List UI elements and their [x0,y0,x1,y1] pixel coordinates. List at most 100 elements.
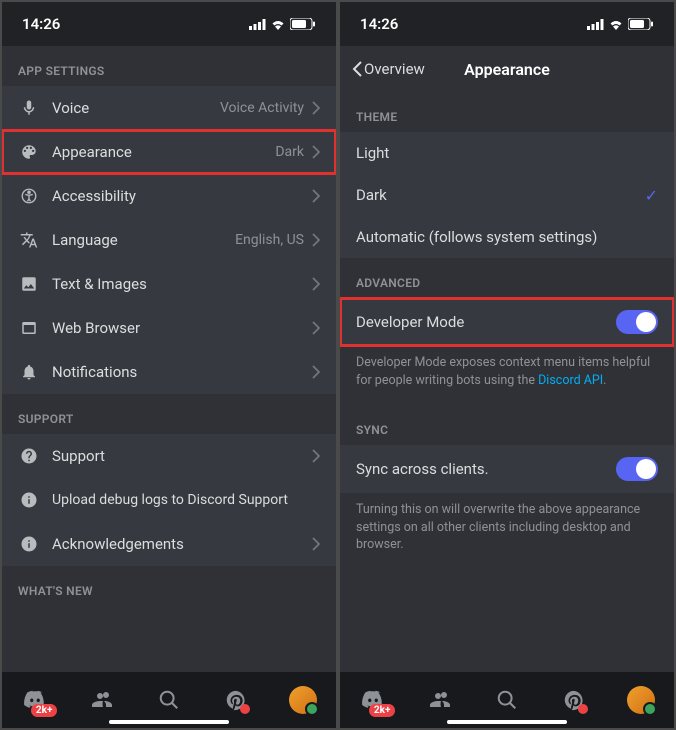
settings-item-notifications[interactable]: Notifications [2,350,336,394]
tab-search[interactable] [487,680,527,720]
status-icons [587,18,654,30]
tab-friends[interactable] [82,680,122,720]
chevron-left-icon [352,61,362,77]
image-icon [18,273,40,295]
item-label: Appearance [52,143,275,161]
status-time: 14:26 [360,15,398,33]
toggle-label: Developer Mode [356,313,464,331]
tab-home[interactable]: 2k+ [353,680,393,720]
sync-description: Turning this on will overwrite the above… [340,493,674,570]
battery-icon [628,18,654,30]
toggle-label: Sync across clients. [356,460,489,478]
help-icon [18,445,40,467]
nav-header: Overview Appearance [340,46,674,92]
status-time: 14:26 [22,15,60,33]
theme-option-dark[interactable]: Dark ✓ [340,174,674,216]
tab-mentions[interactable] [216,680,256,720]
discord-api-link[interactable]: Discord API [538,373,603,388]
advanced-header: ADVANCED [340,258,674,298]
whats-new-header: WHAT'S NEW [2,566,336,606]
avatar [627,686,655,714]
settings-item-language[interactable]: Language English, US [2,218,336,262]
app-settings-header: APP SETTINGS [2,46,336,86]
signal-icon [587,19,604,30]
check-icon: ✓ [645,186,658,205]
app-settings-list: Voice Voice Activity Appearance Dark Acc… [2,86,336,394]
item-value: Voice Activity [220,100,304,116]
item-value: Dark [275,144,304,160]
theme-label: Light [356,144,389,162]
info-icon [18,489,40,511]
notification-dot [578,704,588,714]
bell-icon [18,361,40,383]
chevron-right-icon [312,537,320,551]
chevron-right-icon [312,321,320,335]
unread-badge: 2k+ [31,704,58,717]
tab-search[interactable] [149,680,189,720]
page-title: Appearance [464,60,550,79]
unread-badge: 2k+ [369,704,396,717]
back-button[interactable]: Overview [352,60,425,78]
signal-icon [249,19,266,30]
theme-option-automatic[interactable]: Automatic (follows system settings) [340,216,674,258]
wifi-icon [608,18,624,30]
theme-list: Light Dark ✓ Automatic (follows system se… [340,132,674,258]
settings-item-web-browser[interactable]: Web Browser [2,306,336,350]
home-indicator [109,720,229,724]
chevron-right-icon [312,449,320,463]
browser-icon [18,317,40,339]
settings-item-support[interactable]: Support [2,434,336,478]
info-icon [18,533,40,555]
search-icon [496,689,518,711]
tab-profile[interactable] [621,680,661,720]
chevron-right-icon [312,189,320,203]
settings-item-text-images[interactable]: Text & Images [2,262,336,306]
settings-screen: 14:26 APP SETTINGS Voice Voice Activity … [2,2,336,728]
settings-item-accessibility[interactable]: Accessibility [2,174,336,218]
item-label: Web Browser [52,319,312,337]
item-label: Voice [52,99,220,117]
settings-item-appearance[interactable]: Appearance Dark [2,130,336,174]
support-list: Support Upload debug logs to Discord Sup… [2,434,336,566]
settings-item-voice[interactable]: Voice Voice Activity [2,86,336,130]
notification-dot [240,704,250,714]
toggle-switch[interactable] [616,457,658,481]
item-label: Upload debug logs to Discord Support [52,492,320,508]
theme-label: Dark [356,186,387,204]
home-indicator [447,720,567,724]
tab-friends[interactable] [420,680,460,720]
sync-row[interactable]: Sync across clients. [340,445,674,493]
translate-icon [18,229,40,251]
battery-icon [290,18,316,30]
theme-header: THEME [340,92,674,132]
item-value: English, US [235,232,304,248]
sync-header: SYNC [340,405,674,445]
chevron-right-icon [312,365,320,379]
developer-mode-row[interactable]: Developer Mode [340,298,674,346]
settings-item-upload-logs[interactable]: Upload debug logs to Discord Support [2,478,336,522]
tab-bar: 2k+ [2,672,336,728]
appearance-screen: 14:26 Overview Appearance THEME Light Da… [340,2,674,728]
mic-icon [18,97,40,119]
toggle-switch[interactable] [616,310,658,334]
item-label: Language [52,231,235,249]
item-label: Acknowledgements [52,535,312,553]
chevron-right-icon [312,101,320,115]
chevron-right-icon [312,277,320,291]
wifi-icon [270,18,286,30]
item-label: Notifications [52,363,312,381]
tab-profile[interactable] [283,680,323,720]
settings-item-acknowledgements[interactable]: Acknowledgements [2,522,336,566]
support-header: SUPPORT [2,394,336,434]
friends-icon [90,688,114,712]
chevron-right-icon [312,233,320,247]
palette-icon [18,141,40,163]
theme-option-light[interactable]: Light [340,132,674,174]
item-label: Support [52,447,312,465]
status-icons [249,18,316,30]
tab-mentions[interactable] [554,680,594,720]
chevron-right-icon [312,145,320,159]
tab-home[interactable]: 2k+ [15,680,55,720]
item-label: Text & Images [52,275,312,293]
search-icon [158,689,180,711]
